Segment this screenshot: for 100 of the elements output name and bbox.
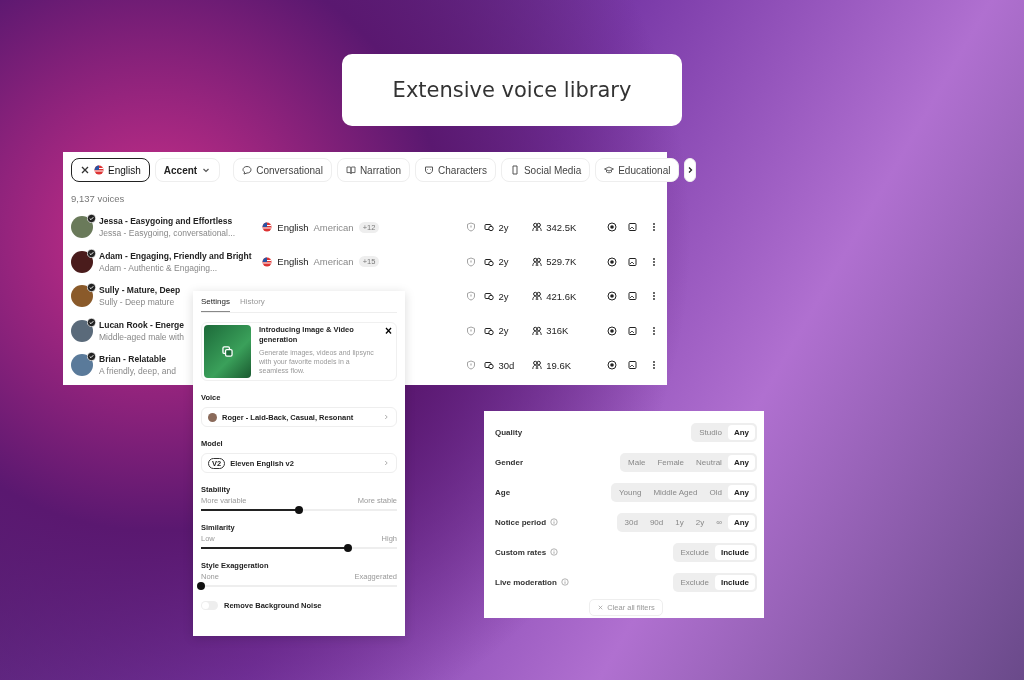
- flag-icon: [262, 222, 273, 233]
- chevron-right-icon: [382, 459, 390, 467]
- user-count: 316K: [546, 325, 569, 337]
- filter-label: Gender: [495, 457, 523, 467]
- filter-option[interactable]: Any: [727, 484, 755, 500]
- avatar: [71, 319, 93, 342]
- chevron-right-icon: [382, 413, 390, 421]
- verified-badge-icon: [87, 317, 96, 327]
- close-button[interactable]: ×: [385, 325, 392, 337]
- users-icon: [532, 291, 543, 302]
- graduation-cap-icon: [604, 165, 615, 175]
- image-icon[interactable]: [628, 291, 638, 302]
- book-icon: [345, 165, 356, 175]
- clock-icon: [484, 325, 495, 336]
- users-icon: [532, 256, 543, 267]
- copy-icon: [221, 345, 234, 358]
- avatar: [71, 354, 93, 377]
- language-label: English: [277, 256, 309, 268]
- shield-icon: [466, 256, 477, 267]
- clock-icon: [484, 291, 495, 302]
- image-icon[interactable]: [628, 222, 638, 233]
- voice-description: Sully - Deep mature: [99, 297, 175, 308]
- verified-badge-icon: [87, 283, 96, 293]
- language-label: English: [277, 221, 309, 233]
- voice-name[interactable]: Brian - Relatable: [99, 354, 167, 365]
- shield-icon: [466, 325, 477, 336]
- filter-option[interactable]: Include: [715, 574, 755, 590]
- close-icon: [597, 604, 605, 611]
- notice-period: 30d: [498, 359, 515, 371]
- voice-count: 9,137 voices: [71, 193, 126, 204]
- filter-option[interactable]: Any: [727, 514, 755, 530]
- avatar: [71, 216, 93, 239]
- user-count: 421.6K: [546, 290, 577, 302]
- voice-name[interactable]: Lucan Rook - Energe: [99, 319, 184, 330]
- filter-label: Live moderation: [495, 577, 557, 587]
- category-chip[interactable]: Characters: [415, 158, 496, 182]
- filter-label: Notice period: [495, 517, 547, 527]
- scroll-right-button[interactable]: [684, 158, 697, 182]
- filter-label: Age: [495, 487, 511, 497]
- add-circle-icon[interactable]: [607, 222, 617, 233]
- voice-description: Middle-aged male with: [99, 331, 185, 342]
- language-filter-chip[interactable]: English: [71, 158, 150, 182]
- user-count: 342.5K: [546, 221, 577, 233]
- mask-icon: [424, 165, 435, 175]
- users-icon: [532, 222, 543, 233]
- users-icon: [532, 360, 543, 371]
- category-chip[interactable]: Social Media: [500, 158, 591, 182]
- add-circle-icon[interactable]: [607, 325, 617, 336]
- slider-thumb[interactable]: [344, 544, 352, 552]
- clock-icon: [484, 222, 495, 233]
- category-chip[interactable]: Conversational: [233, 158, 332, 182]
- filter-label: Quality: [495, 427, 523, 437]
- add-circle-icon[interactable]: [607, 360, 617, 371]
- speech-bubble-icon: [242, 165, 253, 175]
- headline-card: Extensive voice library: [342, 54, 682, 126]
- flag-icon: [262, 256, 273, 267]
- voice-description: Adam - Authentic & Engaging...: [99, 262, 218, 273]
- voice-description: A friendly, deep, and: [99, 366, 176, 377]
- voice-name[interactable]: Jessa - Easygoing and Effortless: [99, 216, 233, 227]
- category-chip[interactable]: Narration: [336, 158, 411, 182]
- settings-tab[interactable]: Settings: [201, 295, 230, 312]
- shield-icon: [466, 222, 477, 233]
- avatar: [71, 250, 93, 273]
- image-icon[interactable]: [628, 256, 638, 267]
- close-icon: [80, 165, 90, 175]
- image-icon[interactable]: [628, 360, 638, 371]
- shield-icon: [466, 291, 477, 302]
- accent-dropdown[interactable]: Accent: [154, 158, 221, 182]
- filter-label: Custom rates: [495, 547, 547, 557]
- phone-icon: [509, 165, 520, 175]
- filter-option[interactable]: Any: [727, 424, 755, 440]
- add-circle-icon[interactable]: [607, 291, 617, 302]
- clock-icon: [484, 256, 495, 267]
- verified-badge-icon: [87, 248, 96, 258]
- category-chip[interactable]: Educational: [595, 158, 680, 182]
- voice-description: Jessa - Easygoing, conversational...: [99, 228, 236, 239]
- add-circle-icon[interactable]: [607, 256, 617, 267]
- notice-period: 2y: [498, 325, 509, 337]
- flag-icon: [94, 165, 104, 175]
- user-count: 19.6K: [546, 359, 572, 371]
- user-count: 529.7K: [546, 256, 577, 268]
- slider-thumb[interactable]: [197, 582, 205, 590]
- slider-thumb[interactable]: [295, 506, 303, 514]
- avatar: [208, 412, 217, 422]
- avatar: [71, 285, 93, 308]
- accent-label: American: [313, 221, 354, 233]
- verified-badge-icon: [87, 214, 96, 224]
- notice-period: 2y: [498, 256, 509, 268]
- filter-option[interactable]: Include: [715, 544, 755, 560]
- voice-name[interactable]: Adam - Engaging, Friendly and Bright: [99, 250, 252, 261]
- verified-badge-icon: [87, 352, 96, 362]
- voice-name[interactable]: Sully - Mature, Deep: [99, 285, 181, 296]
- notice-period: 2y: [498, 290, 509, 302]
- image-icon[interactable]: [628, 325, 638, 336]
- filter-option[interactable]: Any: [727, 454, 755, 470]
- shield-icon: [466, 360, 477, 371]
- accent-label: American: [313, 256, 354, 268]
- clock-icon: [484, 360, 495, 371]
- notice-period: 2y: [498, 221, 509, 233]
- users-icon: [532, 325, 543, 336]
